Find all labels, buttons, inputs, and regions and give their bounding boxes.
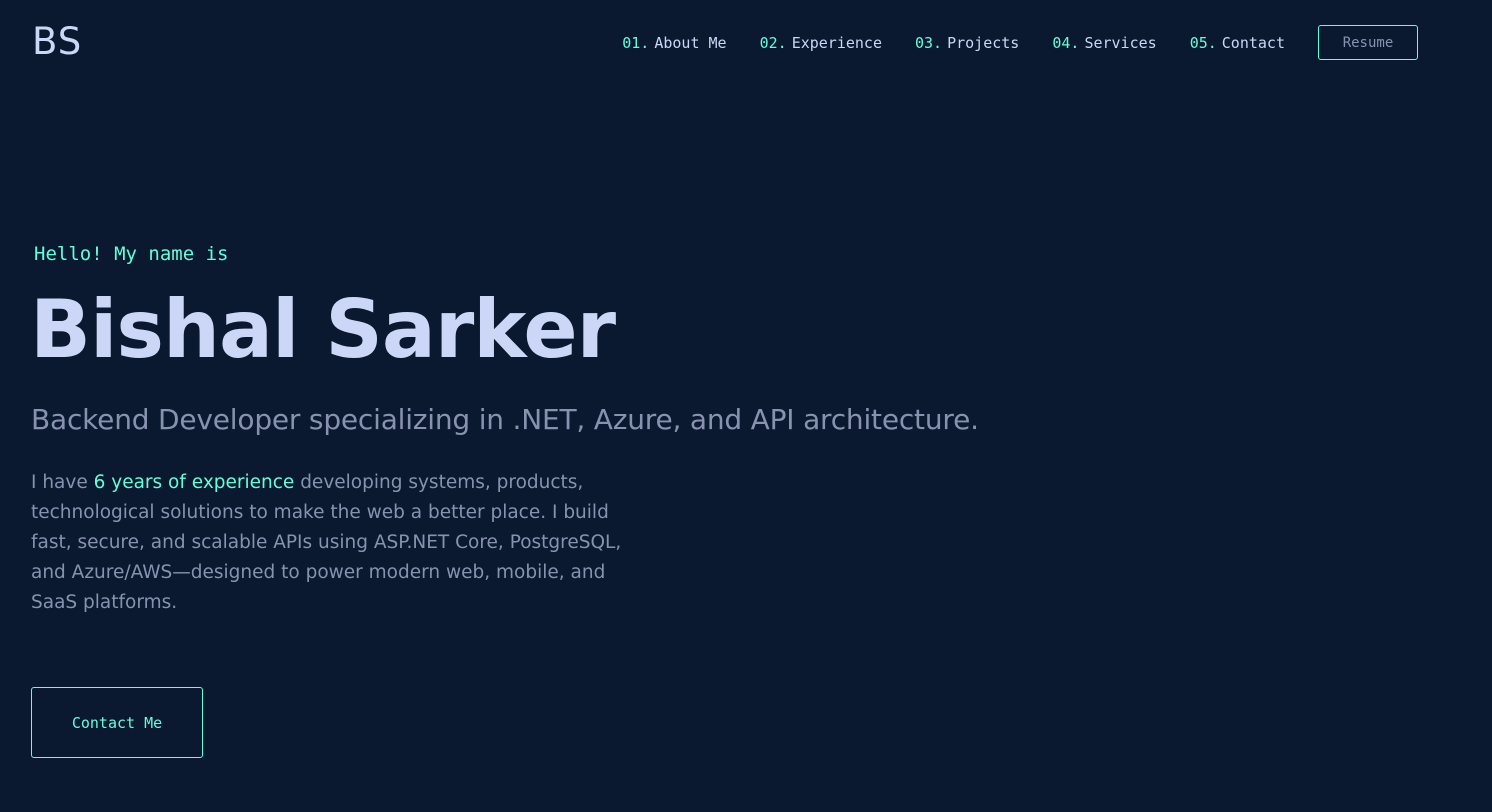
nav-number: 04. [1052,33,1080,52]
nav-label: Experience [791,33,882,52]
nav-label: About Me [654,33,727,52]
contact-me-button[interactable]: Contact Me [31,687,203,758]
bio-highlight: 6 years of experience [93,472,295,493]
hero-tagline: Backend Developer specializing in .NET, … [31,403,979,436]
nav-label: Contact [1221,33,1285,52]
nav-number: 01. [622,33,650,52]
hero-greeting: Hello! My name is [34,243,229,265]
nav-label: Projects [947,33,1020,52]
nav-item-about[interactable]: 01. About Me [622,34,726,52]
nav-label: Services [1084,33,1157,52]
nav-number: 05. [1189,33,1217,52]
nav-item-services[interactable]: 04. Services [1052,34,1156,52]
nav-number: 02. [759,33,787,52]
hero-name: Bishal Sarker [30,283,616,376]
site-logo[interactable]: BS [32,20,82,64]
hero-bio: I have 6 years of experience developing … [31,468,631,618]
nav-item-experience[interactable]: 02. Experience [760,34,882,52]
bio-text-start: I have [31,472,94,493]
nav-item-contact[interactable]: 05. Contact [1190,34,1285,52]
bio-text-end: developing systems, products, technologi… [31,472,622,613]
main-nav: 01. About Me 02. Experience 03. Projects 04… [622,25,1418,60]
resume-button[interactable]: Resume [1318,25,1418,60]
nav-number: 03. [915,33,943,52]
nav-item-projects[interactable]: 03. Projects [915,34,1019,52]
